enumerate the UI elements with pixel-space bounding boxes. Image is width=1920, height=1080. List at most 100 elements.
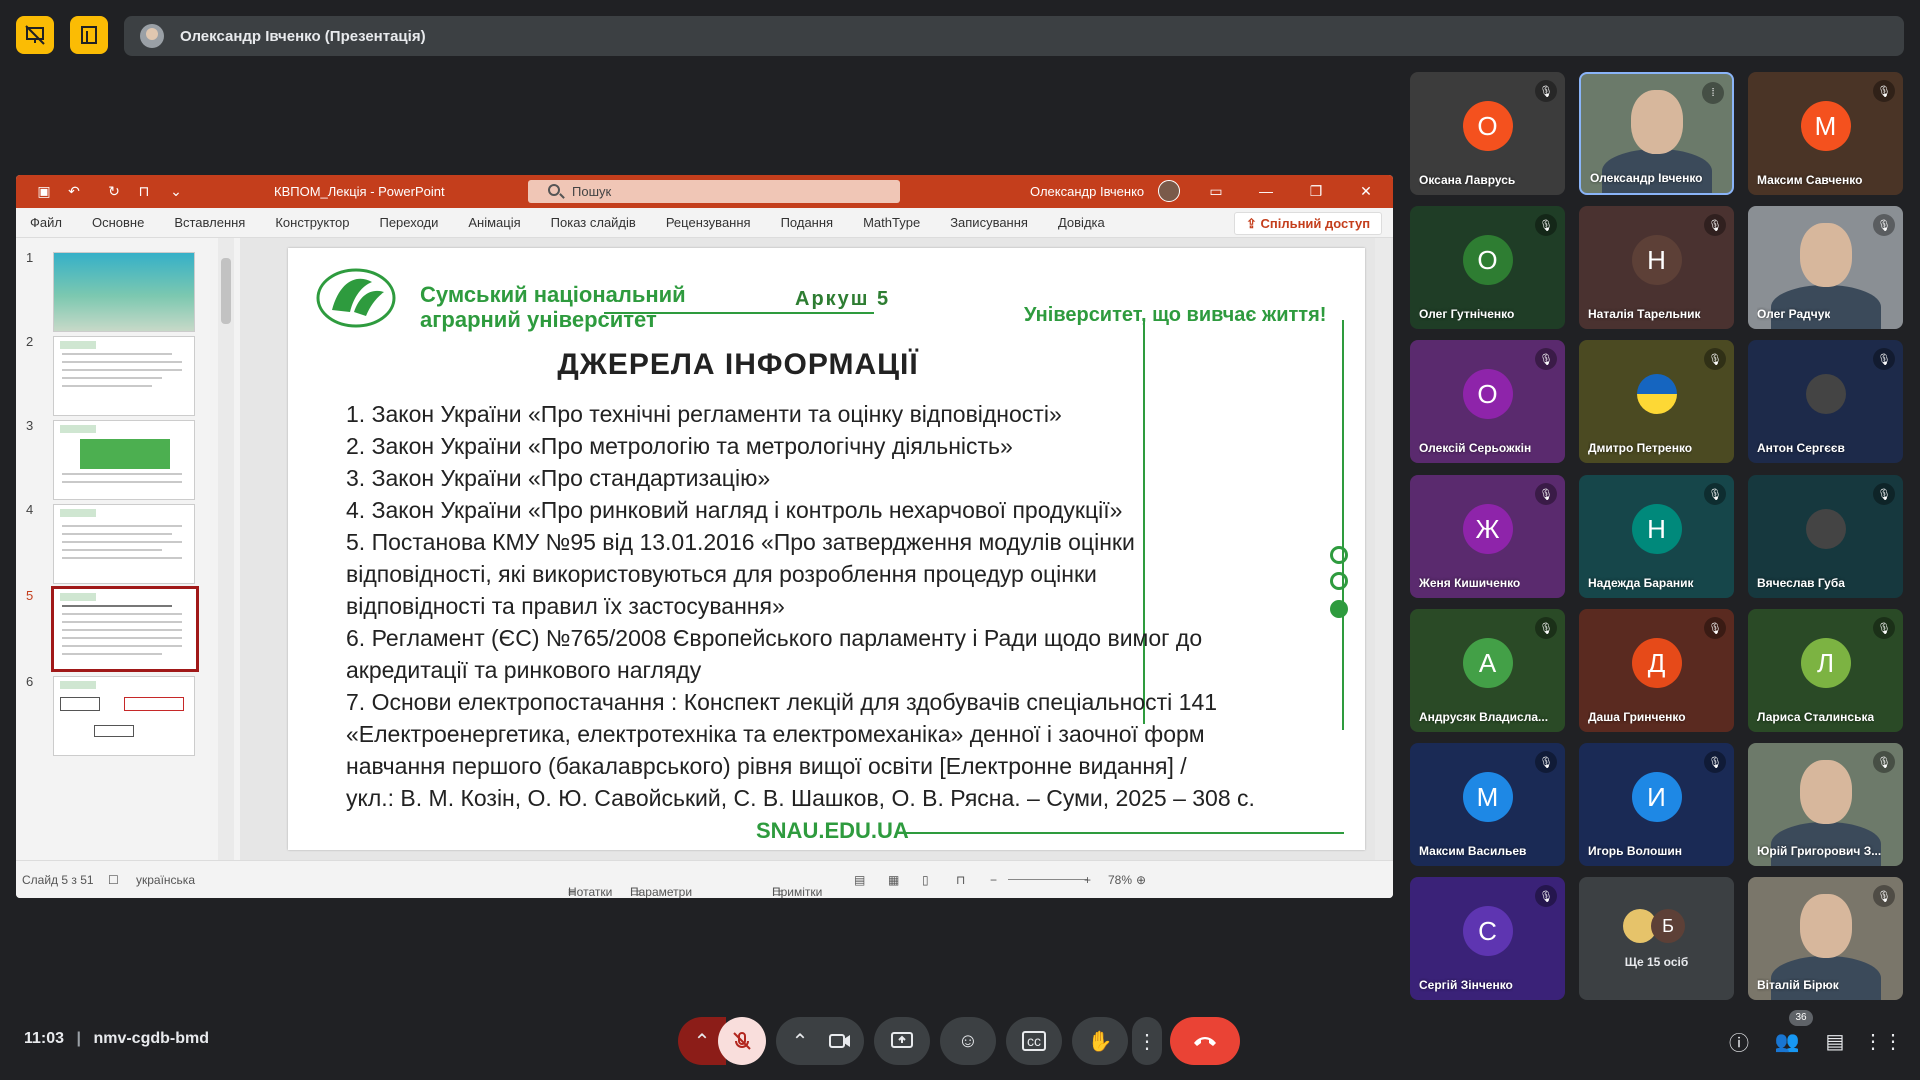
tab-design[interactable]: Конструктор (260, 215, 364, 230)
thumbnail-slide-1[interactable] (53, 252, 195, 332)
stop-presenting-button[interactable] (16, 16, 54, 54)
people-icon[interactable]: 👥 (1774, 1028, 1800, 1054)
normal-view-icon[interactable]: ▤ (854, 873, 865, 887)
chat-icon[interactable]: ▤ (1822, 1028, 1848, 1054)
fit-slide-icon[interactable]: ⊕ (1136, 873, 1146, 887)
slide-editor: Сумський національний аграрний університ… (240, 238, 1393, 860)
mic-off-icon: 🎙 (1704, 348, 1726, 370)
participant-tile[interactable]: Ж Женя Кишиченко 🎙 (1410, 475, 1565, 598)
minimize-icon[interactable]: — (1256, 183, 1276, 199)
thumbnail-slide-5[interactable] (51, 586, 199, 672)
participant-tile[interactable]: Олександр Івченко ⁞ (1579, 72, 1734, 195)
list-item: 7. Основи електропостачання : Конспект л… (346, 689, 1218, 715)
people-count: 36 (1789, 1010, 1813, 1026)
ribbon-display-icon[interactable]: ▭ (1206, 183, 1226, 200)
participant-tile[interactable]: Д Даша Гринченко 🎙 (1579, 609, 1734, 732)
university-line-1: Сумський національний (420, 282, 686, 307)
participant-tile[interactable]: Юрій Григорович З... 🎙 (1748, 743, 1903, 866)
thumbnail-slide-6[interactable] (53, 676, 195, 756)
participant-name: Женя Кишиченко (1419, 576, 1521, 590)
tab-mathtype[interactable]: MathType (848, 215, 935, 230)
participant-tile[interactable]: И Игорь Волошин 🎙 (1579, 743, 1734, 866)
info-icon[interactable]: ⓘ (1726, 1028, 1752, 1055)
more-options-button[interactable]: ⋮ (1132, 1017, 1162, 1065)
close-icon[interactable]: ✕ (1356, 183, 1376, 200)
present-icon[interactable]: ⊓ (134, 182, 154, 200)
camera-button[interactable] (816, 1017, 864, 1065)
slide-scrollbar[interactable] (1375, 238, 1391, 860)
save-icon[interactable]: ▣ (34, 182, 54, 200)
participant-avatar (1805, 374, 1846, 415)
participant-tile[interactable]: Н Наталія Тарельник 🎙 (1579, 206, 1734, 329)
tab-home[interactable]: Основне (77, 215, 159, 230)
sorter-view-icon[interactable]: ▦ (888, 873, 899, 887)
participant-tile[interactable]: Дмитро Петренко 🎙 (1579, 340, 1734, 463)
site-url: SNAU.EDU.UA (756, 818, 909, 843)
thumbnail-slide-3[interactable] (53, 420, 195, 500)
tab-transitions[interactable]: Переходи (364, 215, 453, 230)
restore-icon[interactable]: ❐ (1306, 183, 1326, 200)
mic-off-icon: 🎙 (1535, 885, 1557, 907)
reading-view-icon[interactable]: ▯ (922, 873, 929, 887)
participant-video (1630, 89, 1683, 154)
tab-slideshow[interactable]: Показ слайдів (536, 215, 651, 230)
emoji-icon: ☺ (957, 1029, 979, 1052)
present-off-icon (25, 25, 45, 45)
tab-help[interactable]: Довідка (1043, 215, 1120, 230)
participant-tile[interactable]: О Олексій Серьожкін 🎙 (1410, 340, 1565, 463)
captions-button[interactable]: cc (1006, 1017, 1062, 1065)
customize-icon[interactable]: ⌄ (166, 182, 186, 200)
tab-file[interactable]: Файл (16, 215, 77, 230)
participant-name: Наталія Тарельник (1588, 307, 1701, 321)
user-avatar[interactable] (1158, 180, 1180, 202)
flag-avatar (1636, 374, 1677, 415)
raise-hand-button[interactable]: ✋ (1072, 1017, 1128, 1065)
clock: 11:03 (24, 1030, 65, 1047)
list-item: акредитації та ринкового нагляду (346, 657, 702, 683)
share-button[interactable]: ⇪ Спільний доступ (1234, 212, 1382, 235)
tab-animations[interactable]: Анімація (453, 215, 535, 230)
participant-tile[interactable]: Олег Радчук 🎙 (1748, 206, 1903, 329)
participant-tile[interactable]: Н Надежда Бараник 🎙 (1579, 475, 1734, 598)
slideshow-view-icon[interactable]: ⊓ (956, 873, 965, 887)
present-button[interactable] (874, 1017, 930, 1065)
search-input[interactable]: Пошук (528, 180, 900, 203)
zoom-in-icon[interactable]: + (1084, 873, 1091, 887)
accessibility-icon[interactable]: ☐ (108, 873, 119, 887)
activities-icon[interactable]: ⋮⋮ (1863, 1028, 1903, 1054)
microphone-button[interactable] (718, 1017, 766, 1065)
undo-icon[interactable]: ↶ (64, 182, 84, 200)
participant-tile[interactable]: Антон Сергєєв 🎙 (1748, 340, 1903, 463)
participant-tile[interactable]: А Андрусяк Владисла... 🎙 (1410, 609, 1565, 732)
tab-view[interactable]: Подання (766, 215, 849, 230)
mic-off-icon: 🎙 (1873, 751, 1895, 773)
zoom-out-icon[interactable]: − (990, 873, 997, 887)
redo-icon[interactable]: ↻ (104, 182, 124, 200)
participant-tile[interactable]: М Максим Савченко 🎙 (1748, 72, 1903, 195)
zoom-slider[interactable] (1008, 879, 1088, 880)
tab-review[interactable]: Рецензування (651, 215, 766, 230)
layout-button[interactable] (70, 16, 108, 54)
thumbnail-scrollbar[interactable] (218, 238, 234, 860)
participant-tile[interactable]: О Олег Гутніченко 🎙 (1410, 206, 1565, 329)
thumbnail-slide-2[interactable] (53, 336, 195, 416)
mic-off-icon (733, 1032, 751, 1050)
reactions-button[interactable]: ☺ (940, 1017, 996, 1065)
participant-tile[interactable]: Л Лариса Сталинська 🎙 (1748, 609, 1903, 732)
participant-tile[interactable]: Віталій Бірюк 🎙 (1748, 877, 1903, 1000)
participant-tile[interactable]: О Оксана Лаврусь 🎙 (1410, 72, 1565, 195)
leave-call-button[interactable] (1170, 1017, 1240, 1065)
tab-insert[interactable]: Вставлення (159, 215, 260, 230)
thumbnail-slide-4[interactable] (53, 504, 195, 584)
presenter-avatar (140, 24, 164, 48)
participant-tile[interactable]: С Сергій Зінченко 🎙 (1410, 877, 1565, 1000)
tab-recording[interactable]: Записування (935, 215, 1043, 230)
participant-video (1799, 894, 1852, 959)
list-item: навчання першого (бакалаврського) рівня … (346, 753, 1187, 779)
list-item: 5. Постанова КМУ №95 від 13.01.2016 «Про… (346, 529, 1135, 555)
participant-tile[interactable]: М Максим Васильев 🎙 (1410, 743, 1565, 866)
university-logo-icon (316, 268, 396, 328)
participant-tile[interactable]: Вячеслав Губа 🎙 (1748, 475, 1903, 598)
thumb-number: 2 (26, 334, 34, 349)
participant-tile[interactable]: Б Ще 15 осіб (1579, 877, 1734, 1000)
